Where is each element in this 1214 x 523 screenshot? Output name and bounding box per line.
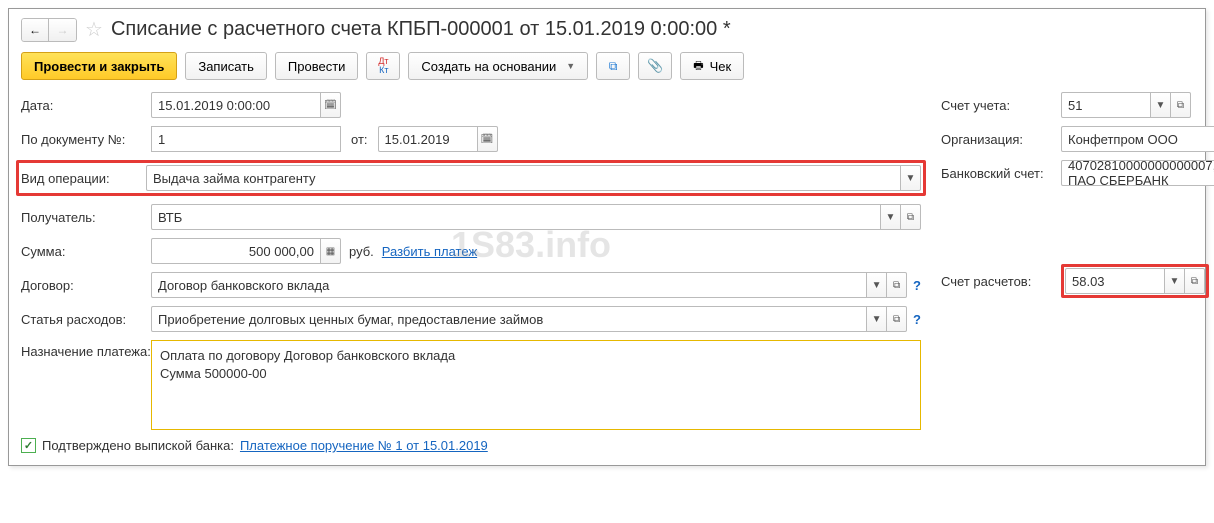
cheque-label: Чек [710,59,732,74]
create-based-label: Создать на основании [421,59,556,74]
account-label: Счет учета: [941,98,1061,113]
date-input[interactable]: 15.01.2019 0:00:00 [151,92,321,118]
purpose-label: Назначение платежа: [21,340,151,359]
purpose-textarea[interactable]: Оплата по договору Договор банковского в… [151,340,921,430]
help-icon[interactable]: ? [913,278,921,293]
amount-input[interactable]: 500 000,00 [151,238,321,264]
dtkt-icon: ДтКт [378,57,388,75]
post-and-close-button[interactable]: Провести и закрыть [21,52,177,80]
calculator-icon[interactable]: ▦ [321,238,341,264]
op-type-select[interactable]: Выдача займа контрагенту [146,165,901,191]
doc-num-input[interactable]: 1 [151,126,341,152]
settle-account-label: Счет расчетов: [941,274,1061,289]
open-icon[interactable]: ⧉ [887,272,907,298]
amount-label: Сумма: [21,244,151,259]
op-type-label: Вид операции: [21,171,146,186]
cheque-button[interactable]: 🖶 Чек [680,52,744,80]
org-input[interactable]: Конфетпром ООО [1061,126,1214,152]
recipient-input[interactable]: ВТБ [151,204,881,230]
doc-num-label: По документу №: [21,132,151,147]
bank-account-label: Банковский счет: [941,166,1061,181]
chevron-down-icon[interactable]: ▼ [867,306,887,332]
contract-label: Договор: [21,278,151,293]
recipient-label: Получатель: [21,210,151,225]
org-label: Организация: [941,132,1061,147]
chevron-down-icon[interactable]: ▼ [901,165,921,191]
open-icon[interactable]: ⧉ [887,306,907,332]
chevron-down-icon[interactable]: ▼ [867,272,887,298]
account-input[interactable]: 51 [1061,92,1151,118]
open-icon[interactable]: ⧉ [901,204,921,230]
page-title: Списание с расчетного счета КПБП-000001 … [111,18,731,41]
currency-label: руб. [349,244,374,259]
post-button[interactable]: Провести [275,52,359,80]
nav-back-button[interactable]: ← [21,18,49,42]
date-label: Дата: [21,98,151,113]
doc-from-label: от: [351,132,368,147]
bank-account-input[interactable]: 40702810000000000007, ПАО СБЕРБАНК [1061,160,1214,186]
payment-order-link[interactable]: Платежное поручение № 1 от 15.01.2019 [240,438,488,453]
expense-item-label: Статья расходов: [21,312,151,327]
attach-button[interactable]: 📎 [638,52,672,80]
chevron-down-icon[interactable]: ▼ [1165,268,1185,294]
split-payment-link[interactable]: Разбить платеж [382,244,477,259]
chevron-down-icon: ▼ [566,61,575,71]
favorite-star-icon[interactable]: ☆ [85,17,103,42]
structure-icon: ⧉ [609,59,618,74]
confirmed-checkbox[interactable]: ✓ [21,438,36,453]
doc-date-input[interactable]: 15.01.2019 [378,126,478,152]
contract-input[interactable]: Договор банковского вклада [151,272,867,298]
paperclip-icon: 📎 [647,58,663,74]
help-icon[interactable]: ? [913,312,921,327]
chevron-down-icon[interactable]: ▼ [881,204,901,230]
open-icon[interactable]: ⧉ [1185,268,1205,294]
calendar-icon[interactable]: 🗓 [478,126,498,152]
confirmed-label: Подтверждено выпиской банка: [42,438,234,453]
settle-account-input[interactable]: 58.03 [1065,268,1165,294]
chevron-down-icon[interactable]: ▼ [1151,92,1171,118]
calendar-icon[interactable]: 🗓 [321,92,341,118]
expense-item-input[interactable]: Приобретение долговых ценных бумаг, пред… [151,306,867,332]
create-based-on-button[interactable]: Создать на основании ▼ [408,52,588,80]
printer-icon: 🖶 [693,57,703,76]
open-icon[interactable]: ⧉ [1171,92,1191,118]
save-button[interactable]: Записать [185,52,267,80]
purpose-line2: Сумма 500000-00 [160,365,912,383]
nav-forward-button[interactable]: → [49,18,77,42]
structure-button[interactable]: ⧉ [596,52,630,80]
purpose-line1: Оплата по договору Договор банковского в… [160,347,912,365]
dtkt-button[interactable]: ДтКт [366,52,400,80]
